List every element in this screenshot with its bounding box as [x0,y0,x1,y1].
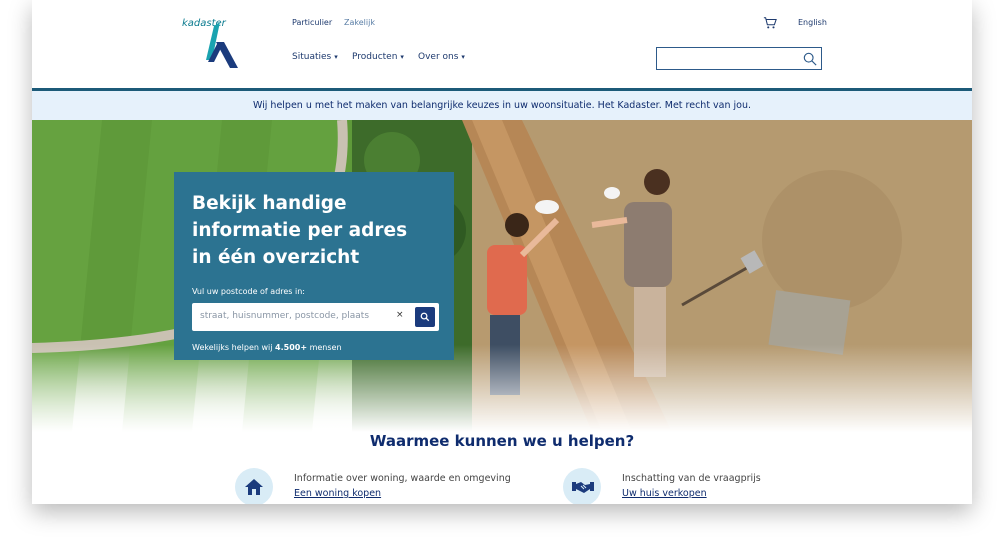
tagline-banner: Wij helpen u met het maken van belangrij… [32,91,972,120]
house-icon-circle [235,468,273,504]
nav-label: Over ons [418,52,459,62]
site-header: kadaster Particulier Zakelijk Situaties ▾… [32,0,972,88]
hero-section: Bekijk handige informatie per adres in é… [32,120,972,432]
count-value: 4.500+ [275,343,308,352]
search-icon[interactable] [803,52,817,66]
nav-situaties[interactable]: Situaties ▾ [292,52,338,62]
weekly-help-count: Wekelijks helpen wij 4.500+ mensen [192,343,436,352]
help-item-description: Informatie over woning, waarde en omgevi… [294,473,511,484]
address-input-placeholder: straat, huisnummer, postcode, plaats [200,311,370,321]
browser-page: kadaster Particulier Zakelijk Situaties ▾… [32,0,972,504]
help-item-description: Inschatting van de vraagprijs [622,473,761,484]
address-search-field[interactable]: straat, huisnummer, postcode, plaats × [192,303,439,331]
site-search-input[interactable] [656,47,822,70]
hero-title: Bekijk handige informatie per adres in é… [192,193,408,268]
audience-particulier[interactable]: Particulier [292,18,332,27]
caret-down-icon: ▾ [334,53,338,61]
clear-icon[interactable]: × [396,310,404,320]
count-prefix: Wekelijks helpen wij [192,343,276,352]
address-lookup-card: Bekijk handige informatie per adres in é… [174,172,454,360]
handshake-icon-circle [563,468,601,504]
kadaster-logo[interactable]: kadaster [182,14,252,74]
caret-down-icon: ▾ [400,53,404,61]
nav-over-ons[interactable]: Over ons ▾ [418,52,465,62]
link-een-woning-kopen[interactable]: Een woning kopen [294,488,381,499]
address-input-label: Vul uw postcode of adres in: [192,287,306,296]
hero-photo [32,120,972,432]
audience-zakelijk[interactable]: Zakelijk [344,18,375,27]
nav-producten[interactable]: Producten ▾ [352,52,404,62]
help-title: Waarmee kunnen we u helpen? [369,432,635,450]
handshake-icon [572,482,594,493]
count-suffix: mensen [307,343,342,352]
nav-label: Situaties [292,52,332,62]
address-search-button[interactable] [415,307,435,327]
link-uw-huis-verkopen[interactable]: Uw huis verkopen [622,488,707,499]
logo-mark-icon [206,22,238,68]
help-section: Waarmee kunnen we u helpen? Informatie o… [32,432,972,504]
language-english[interactable]: English [798,18,827,27]
caret-down-icon: ▾ [461,53,465,61]
nav-label: Producten [352,52,398,62]
house-icon [245,479,263,495]
search-icon [420,312,430,322]
cart-icon[interactable] [763,16,777,30]
